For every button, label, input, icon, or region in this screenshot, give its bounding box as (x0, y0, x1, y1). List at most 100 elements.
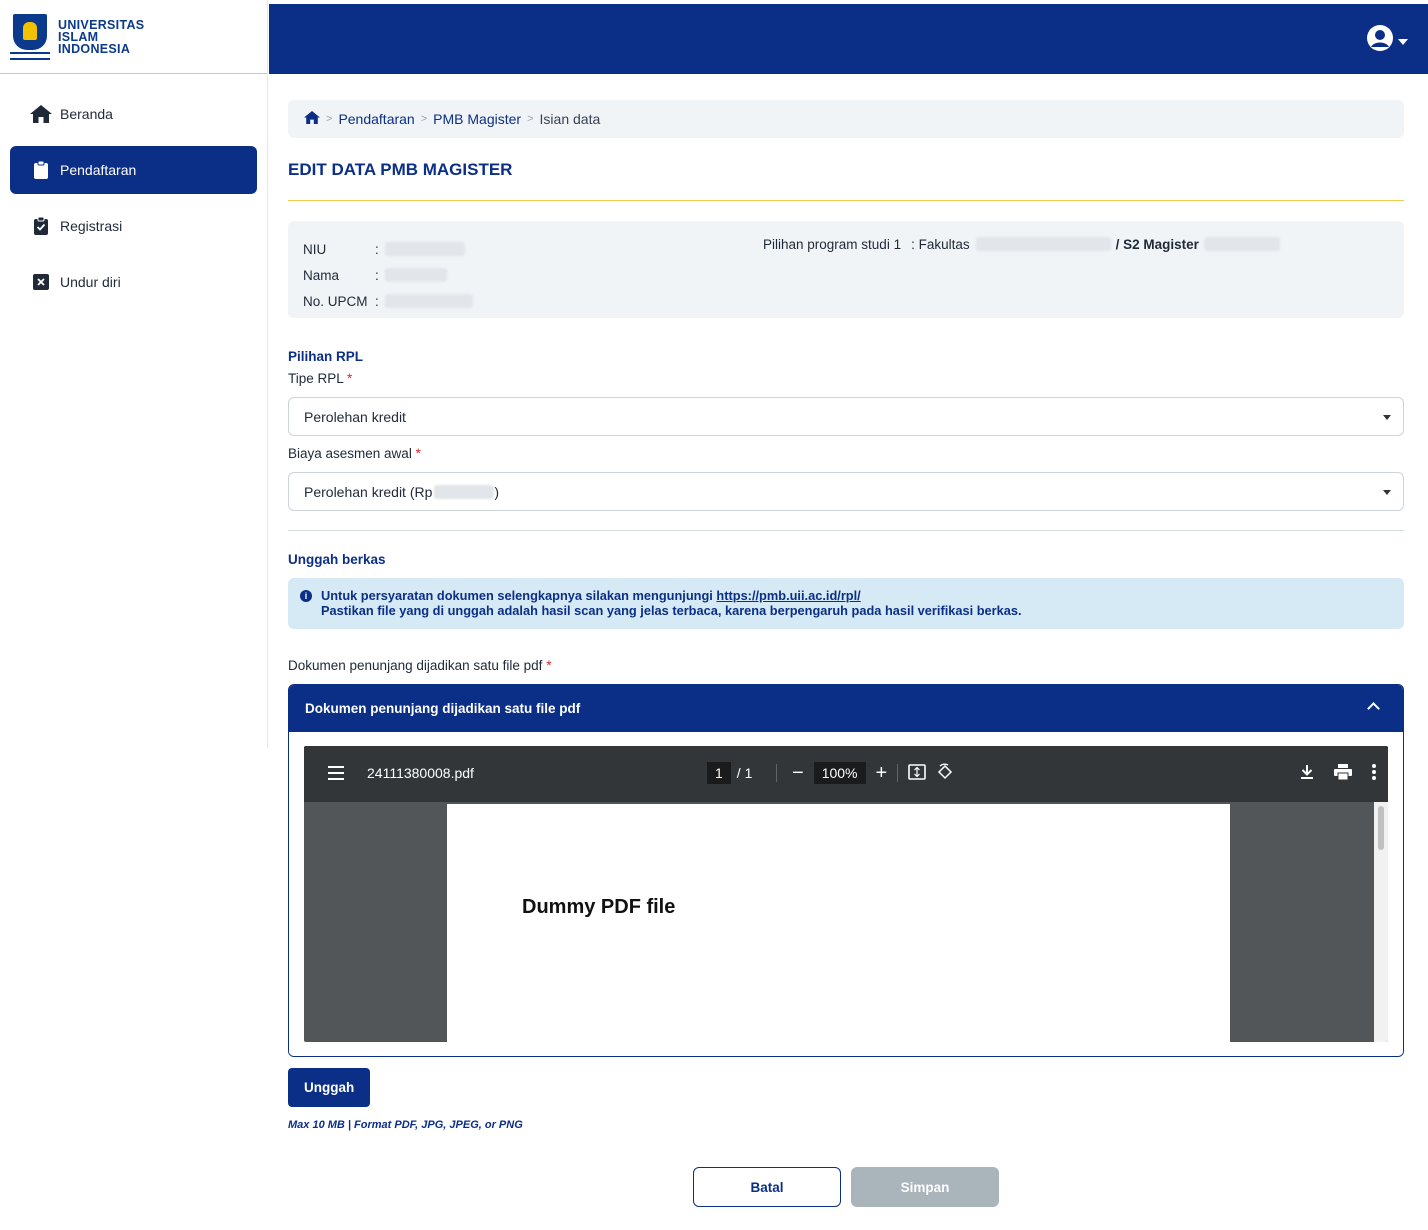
more-vertical-icon[interactable] (1372, 764, 1376, 783)
sidebar-item-label: Pendaftaran (60, 162, 137, 178)
menu-icon[interactable] (328, 766, 344, 784)
sidebar-item-beranda[interactable]: Beranda (10, 90, 257, 138)
pdf-filename: 24111380008.pdf (367, 765, 474, 781)
pdf-page-input[interactable]: 1 (707, 762, 731, 784)
title-divider (288, 200, 1404, 201)
alert-text: Untuk persyaratan dokumen selengkapnya s… (321, 588, 1022, 619)
required-mark: * (546, 658, 552, 673)
clipboard-icon (30, 160, 52, 180)
required-mark: * (347, 371, 353, 386)
tipe-rpl-value: Perolehan kredit (304, 408, 406, 425)
save-button[interactable]: Simpan (851, 1167, 999, 1207)
caret-down-icon (1383, 490, 1391, 495)
tipe-rpl-select[interactable]: Perolehan kredit (288, 397, 1404, 436)
sidebar-item-label: Undur diri (60, 274, 121, 290)
program-redacted (1203, 237, 1280, 251)
biaya-label-text: Biaya asesmen awal (288, 446, 412, 461)
biaya-select[interactable]: Perolehan kredit (Rp ) (288, 472, 1404, 511)
colon: : (375, 241, 379, 257)
form-actions: Batal Simpan (693, 1167, 999, 1207)
upcm-value-redacted (385, 294, 473, 308)
applicant-info: NIU : Nama : No. UPCM : Pilihan program … (288, 221, 1404, 318)
brand-line-3: INDONESIA (58, 41, 131, 56)
toolbar-separator (897, 764, 899, 782)
caret-down-icon (1383, 415, 1391, 420)
sidebar-item-registrasi[interactable]: Registrasi (10, 202, 257, 250)
pdf-page: Dummy PDF file (447, 804, 1230, 1042)
colon: : (375, 293, 379, 309)
rotate-icon[interactable] (936, 763, 954, 784)
breadcrumb-pmb-magister[interactable]: PMB Magister (433, 111, 521, 127)
accordion-title: Dokumen penunjang dijadikan satu file pd… (305, 701, 581, 716)
sidebar-item-label: Beranda (60, 106, 113, 122)
sidebar-item-undur-diri[interactable]: Undur diri (10, 258, 257, 306)
breadcrumb-separator: > (326, 113, 333, 125)
nama-value-redacted (385, 268, 447, 282)
cancel-button[interactable]: Batal (693, 1167, 841, 1207)
accordion-header[interactable]: Dokumen penunjang dijadikan satu file pd… (289, 685, 1403, 732)
alert-line-2: Pastikan file yang di unggah adalah hasi… (321, 603, 1022, 618)
main-content: > Pendaftaran > PMB Magister > Isian dat… (288, 100, 1404, 1207)
user-menu-button[interactable] (1366, 24, 1408, 55)
page-title: EDIT DATA PMB MAGISTER (288, 160, 513, 179)
fit-page-icon[interactable] (908, 763, 926, 783)
upload-button[interactable]: Unggah (288, 1068, 371, 1107)
niu-value-redacted (385, 242, 465, 256)
sidebar: UNIVERSITAS ISLAM INDONESIA Beranda Pend… (0, 0, 268, 748)
info-alert: i Untuk persyaratan dokumen selengkapnya… (288, 578, 1404, 629)
zoom-in-icon[interactable]: + (876, 763, 888, 783)
pdf-page-indicator: 1 / 1 (707, 762, 778, 784)
tipe-rpl-label-text: Tipe RPL (288, 371, 344, 386)
prodi-faculty-prefix: : Fakultas (911, 236, 970, 252)
caret-down-icon (1398, 32, 1408, 48)
user-circle-icon (1366, 24, 1394, 55)
prodi-label: Pilihan program studi 1 (763, 236, 902, 252)
required-mark: * (415, 446, 421, 461)
toolbar-separator (776, 764, 778, 782)
zoom-out-icon[interactable]: − (792, 763, 804, 783)
top-bar (269, 4, 1428, 74)
breadcrumb-pendaftaran[interactable]: Pendaftaran (338, 111, 414, 127)
scrollbar-thumb[interactable] (1378, 806, 1384, 850)
biaya-value-suffix: ) (494, 483, 500, 500)
sidebar-nav: Beranda Pendaftaran Registrasi Undur dir… (0, 74, 267, 306)
pdf-viewer: 24111380008.pdf 1 / 1 − 100% + Dummy PDF… (304, 746, 1388, 1042)
university-logo (10, 13, 50, 60)
pdf-zoom-controls: − 100% + (792, 762, 954, 784)
sidebar-item-pendaftaran[interactable]: Pendaftaran (10, 146, 257, 194)
brand-name: UNIVERSITAS ISLAM INDONESIA (58, 17, 145, 56)
info-icon: i (300, 590, 312, 602)
brand[interactable]: UNIVERSITAS ISLAM INDONESIA (0, 0, 267, 74)
breadcrumb-separator: > (527, 113, 534, 125)
rpl-info-link[interactable]: https://pmb.uii.ac.id/rpl/ (716, 588, 860, 603)
pdf-scrollbar[interactable] (1374, 802, 1388, 1042)
breadcrumb-current: Isian data (539, 111, 601, 127)
brand-line-1: UNIVERSITAS (58, 17, 145, 32)
clipboard-check-icon (30, 216, 52, 236)
nama-row: Nama : (303, 262, 1389, 288)
pdf-page-text: Dummy PDF file (522, 896, 676, 918)
nama-label: Nama (303, 267, 340, 283)
sidebar-item-label: Registrasi (60, 218, 123, 234)
print-icon[interactable] (1334, 764, 1352, 783)
dokumen-label: Dokumen penunjang dijadikan satu file pd… (288, 658, 1404, 673)
accordion-body: 24111380008.pdf 1 / 1 − 100% + Dummy PDF… (289, 732, 1403, 1056)
dokumen-accordion: Dokumen penunjang dijadikan satu file pd… (288, 684, 1404, 1057)
dokumen-label-text: Dokumen penunjang dijadikan satu file pd… (288, 658, 543, 673)
biaya-amount-redacted (434, 484, 495, 499)
alert-line-1: Untuk persyaratan dokumen selengkapnya s… (321, 588, 713, 603)
pdf-toolbar-right (1300, 764, 1376, 783)
breadcrumb: > Pendaftaran > PMB Magister > Isian dat… (288, 100, 1404, 138)
rpl-section-title: Pilihan RPL (288, 349, 364, 364)
colon: : (375, 267, 379, 283)
breadcrumb-separator: > (420, 113, 428, 125)
home-icon (30, 104, 52, 124)
close-box-icon (30, 272, 52, 292)
download-icon[interactable] (1300, 764, 1314, 783)
upcm-label: No. UPCM (303, 293, 368, 309)
prodi-degree: / S2 Magister (1115, 236, 1199, 252)
pdf-zoom-input[interactable]: 100% (813, 762, 866, 784)
upload-section-title: Unggah berkas (288, 552, 386, 567)
brand-line-2: ISLAM (58, 29, 99, 44)
home-icon[interactable] (304, 111, 320, 127)
